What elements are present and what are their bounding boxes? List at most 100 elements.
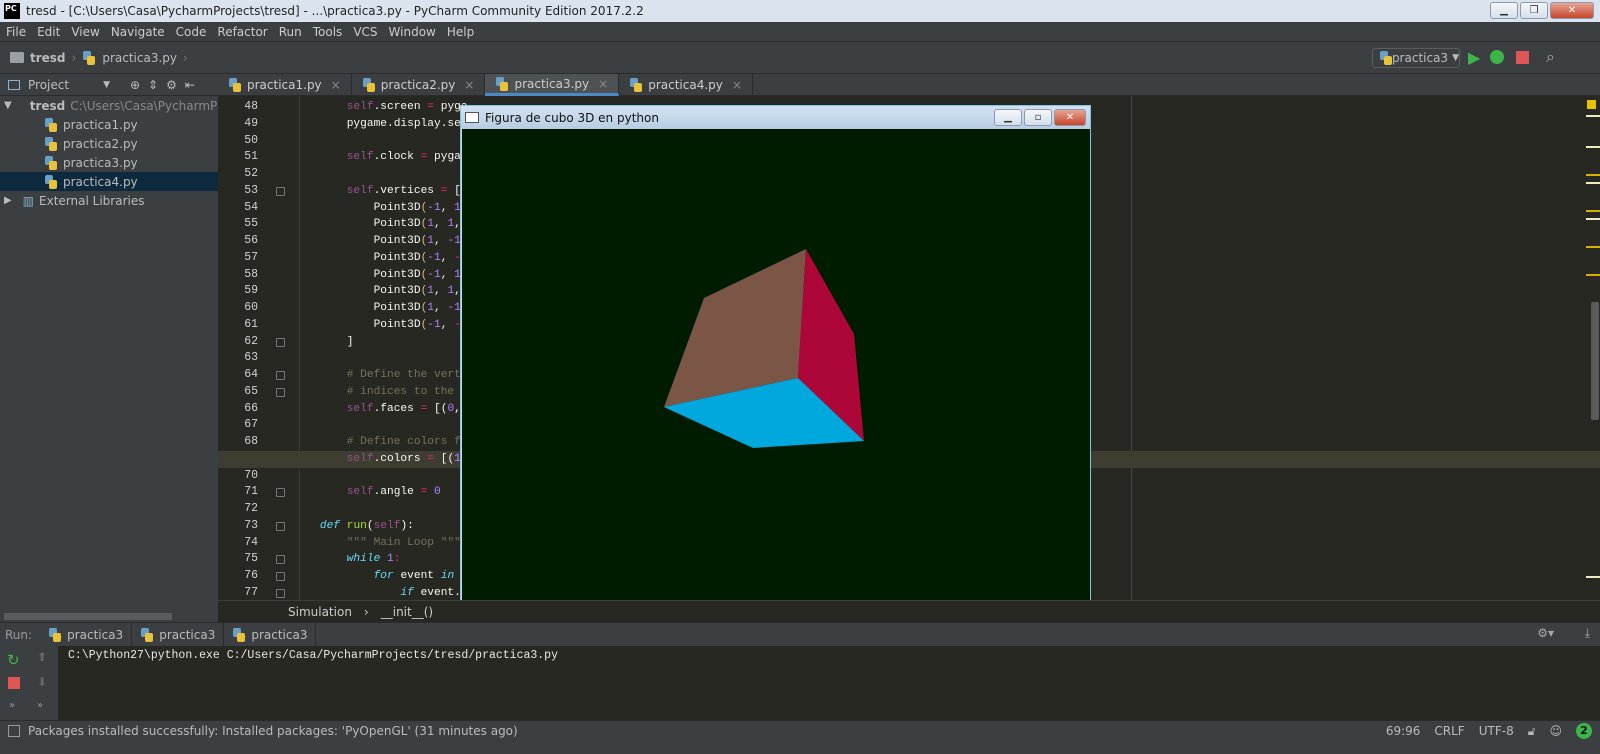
menu-file[interactable]: File	[6, 25, 26, 39]
tree-file[interactable]: practica2.py	[0, 134, 218, 153]
code-line[interactable]: Point3D(1, -1,	[293, 233, 468, 250]
hide-panel-icon[interactable]: ⤓	[1585, 626, 1590, 641]
gear-icon[interactable]: ⚙▾	[1537, 626, 1554, 640]
tree-file-selected[interactable]: practica4.py	[0, 172, 218, 191]
scroll-marker[interactable]	[1586, 182, 1600, 184]
code-line[interactable]: Point3D(1, -1,	[293, 300, 468, 317]
code-line[interactable]: Point3D(-1, -	[293, 317, 461, 334]
menu-vcs[interactable]: VCS	[353, 25, 377, 39]
tree-file[interactable]: practica3.py	[0, 153, 218, 172]
tab-practica2[interactable]: practica2.py ×	[352, 74, 486, 96]
run-tab[interactable]: practica3	[224, 622, 317, 647]
scroll-marker[interactable]	[1586, 174, 1600, 176]
project-horizontal-scrollbar[interactable]	[4, 613, 172, 620]
tree-root[interactable]: ▼ tresd C:\Users\Casa\PycharmProj	[0, 96, 218, 115]
down-arrow-icon[interactable]: ⬇	[37, 675, 47, 689]
scroll-marker[interactable]	[1586, 274, 1600, 276]
menu-view[interactable]: View	[71, 25, 99, 39]
code-line[interactable]: # indices to the	[293, 384, 461, 401]
tree-file[interactable]: practica1.py	[0, 115, 218, 134]
code-line[interactable]: Point3D(-1, 1,	[293, 267, 468, 284]
fold-marker-icon[interactable]	[276, 186, 285, 196]
inspector-icon[interactable]: ☺	[1549, 724, 1562, 738]
hide-icon[interactable]: ⇤	[185, 78, 195, 92]
close-tab-icon[interactable]: ×	[598, 77, 608, 91]
tool-windows-icon[interactable]	[8, 725, 20, 737]
maximize-button[interactable]: ❐	[1520, 2, 1548, 19]
search-icon[interactable]: ⌕	[1546, 47, 1555, 67]
code-line[interactable]: while 1:	[293, 551, 401, 568]
stop-icon[interactable]	[1516, 51, 1529, 64]
fold-marker-icon[interactable]	[276, 521, 285, 531]
breadcrumb-method[interactable]: __init__()	[381, 605, 433, 619]
expand-arrow-icon[interactable]: ▶	[4, 195, 12, 206]
chevron-down-icon[interactable]: ▼	[103, 80, 110, 90]
file-encoding[interactable]: UTF-8	[1479, 724, 1514, 738]
code-line[interactable]: # Define the vert	[293, 367, 461, 384]
menu-help[interactable]: Help	[447, 25, 474, 39]
pygame-maximize-button[interactable]: ▫	[1024, 109, 1052, 126]
locate-icon[interactable]: ⊕	[130, 78, 140, 92]
pygame-close-button[interactable]: ✕	[1054, 109, 1086, 126]
scroll-marker[interactable]	[1586, 218, 1600, 220]
stop-icon[interactable]	[8, 677, 20, 689]
lock-icon[interactable]: 🔓︎	[1528, 724, 1536, 739]
fold-marker-icon[interactable]	[276, 588, 285, 598]
nav-file[interactable]: practica3.py	[102, 51, 177, 65]
up-arrow-icon[interactable]: ⬆	[37, 650, 47, 664]
code-line[interactable]: self.screen = pyga	[293, 99, 468, 116]
scroll-marker[interactable]	[1586, 115, 1600, 117]
menu-run[interactable]: Run	[279, 25, 302, 39]
code-line[interactable]: def run(self):	[293, 518, 414, 535]
code-line[interactable]: self.angle = 0	[293, 484, 441, 501]
menu-edit[interactable]: Edit	[37, 25, 60, 39]
code-line[interactable]: # Define colors f	[293, 434, 461, 451]
code-line[interactable]: Point3D(1, 1,	[293, 283, 461, 300]
scroll-marker[interactable]	[1586, 146, 1600, 148]
pygame-window[interactable]: Figura de cubo 3D en python ▁ ▫ ✕	[460, 105, 1091, 601]
editor-vertical-scrollbar[interactable]	[1591, 302, 1599, 420]
menu-navigate[interactable]: Navigate	[111, 25, 165, 39]
close-tab-icon[interactable]: ×	[732, 78, 742, 92]
run-config-select[interactable]: practica3 ▼	[1372, 48, 1460, 68]
code-line[interactable]: pygame.display.se	[293, 116, 461, 133]
more-icon[interactable]: »	[37, 700, 43, 711]
code-line[interactable]: if event.t	[293, 585, 467, 600]
scroll-marker[interactable]	[1586, 246, 1600, 248]
caret-position[interactable]: 69:96	[1386, 724, 1421, 738]
code-line[interactable]: self.vertices = [	[293, 183, 461, 200]
code-line[interactable]: Point3D(-1, -	[293, 250, 461, 267]
run-icon[interactable]: ▶	[1468, 48, 1480, 67]
fold-marker-icon[interactable]	[276, 387, 285, 397]
scroll-marker[interactable]	[1586, 576, 1600, 578]
collapse-icon[interactable]: ⇕	[148, 78, 158, 92]
warning-marker-icon[interactable]	[1587, 100, 1596, 109]
code-line[interactable]: Point3D(1, 1,	[293, 216, 461, 233]
line-separator[interactable]: CRLF	[1434, 724, 1464, 738]
scroll-marker[interactable]	[1586, 210, 1600, 212]
run-tab[interactable]: practica3	[132, 622, 225, 647]
debug-icon[interactable]	[1490, 50, 1504, 64]
menu-tools[interactable]: Tools	[313, 25, 343, 39]
tree-external-libraries[interactable]: ▶ ▥ External Libraries	[0, 191, 218, 210]
code-line[interactable]: self.colors = [(1	[293, 451, 461, 468]
code-line[interactable]: """ Main Loop """	[293, 535, 461, 552]
fold-marker-icon[interactable]	[276, 572, 285, 581]
code-line[interactable]: for event in p	[293, 568, 468, 585]
minimize-button[interactable]: ▁	[1490, 2, 1518, 19]
tab-practica4[interactable]: practica4.py ×	[619, 74, 753, 96]
menu-window[interactable]: Window	[389, 25, 436, 39]
more-icon[interactable]: »	[9, 700, 15, 711]
fold-marker-icon[interactable]	[276, 488, 285, 498]
project-panel-title[interactable]: Project	[28, 78, 69, 92]
gear-icon[interactable]: ⚙	[166, 78, 177, 92]
code-line[interactable]: ]	[293, 334, 354, 351]
breadcrumb-class[interactable]: Simulation	[288, 605, 352, 619]
fold-marker-icon[interactable]	[276, 555, 285, 565]
tab-practica1[interactable]: practica1.py ×	[218, 74, 352, 96]
run-tab[interactable]: practica3	[40, 622, 133, 647]
code-line[interactable]: self.faces = [(0,	[293, 401, 461, 418]
fold-marker-icon[interactable]	[276, 371, 285, 380]
close-button[interactable]: ✕	[1550, 2, 1594, 19]
menu-code[interactable]: Code	[176, 25, 207, 39]
